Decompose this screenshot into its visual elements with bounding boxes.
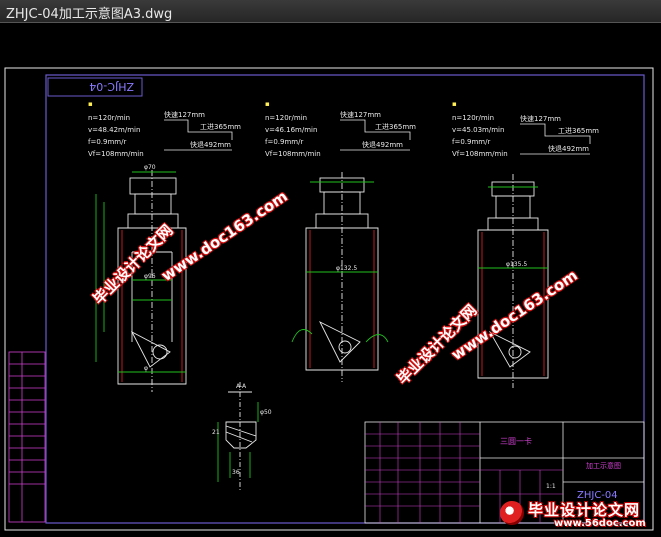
- stroke-1-return: 快退492mm: [190, 140, 231, 149]
- part-view-2: [291, 172, 389, 382]
- stroke-3-return: 快退492mm: [548, 144, 589, 153]
- param-mark-2: ▪: [265, 100, 270, 108]
- stroke-2-feed: 工进365mm: [375, 123, 416, 131]
- dim-1-low: φ: [144, 365, 148, 372]
- dim-1-top: φ70: [144, 164, 156, 171]
- param-3-velocity: v=45.03m/min: [452, 126, 504, 134]
- site-logo: 毕业设计论文网 www.56doc.com: [498, 497, 661, 533]
- dim-2-mid: φ132.5: [336, 265, 357, 272]
- param-1-velocity: v=48.42m/min: [88, 126, 140, 134]
- dim-3-mid: φ135.5: [506, 261, 527, 268]
- param-2-velocity: v=46.16m/min: [265, 126, 317, 134]
- part-view-3: [477, 174, 549, 388]
- param-3-feed: f=0.9mm/r: [452, 138, 490, 146]
- stroke-2-rapid: 快速127mm: [340, 110, 381, 119]
- param-1-feed: f=0.9mm/r: [88, 138, 126, 146]
- logo-emblem-icon: [500, 501, 524, 525]
- param-1-vf: Vf=108mm/min: [88, 150, 144, 158]
- logo-url: www.56doc.com: [554, 518, 646, 529]
- title-drawing-name: 加工示意图: [586, 461, 621, 470]
- detail-label: A-A: [236, 383, 247, 390]
- stroke-3-rapid: 快速127mm: [520, 114, 561, 123]
- detail-dim-2: 36: [232, 469, 240, 476]
- dim-1-mid: φ96: [144, 273, 156, 280]
- window-title: ZHJC-04加工示意图A3.dwg: [6, 7, 173, 22]
- param-2-vf: Vf=108mm/min: [265, 150, 321, 158]
- param-mark-3: ▪: [452, 100, 457, 108]
- param-3-vf: Vf=108mm/min: [452, 150, 508, 158]
- title-part-name: 三圆一卡: [500, 436, 532, 446]
- left-revision-strip: [8, 351, 46, 523]
- corner-code: ZHJC-04: [89, 80, 134, 93]
- param-2-speed: n=120r/min: [265, 114, 307, 122]
- cad-drawing-canvas[interactable]: ZHJC-04 ▪ n=120r/min v=48.42m/min f=0.9m…: [0, 22, 661, 533]
- detail-w: φ50: [260, 409, 272, 416]
- param-3-speed: n=120r/min: [452, 114, 494, 122]
- param-2-feed: f=0.9mm/r: [265, 138, 303, 146]
- param-mark-1: ▪: [88, 100, 93, 108]
- stroke-1-feed: 工进365mm: [200, 123, 241, 131]
- stroke-1-rapid: 快速127mm: [164, 110, 205, 119]
- stroke-2-return: 快退492mm: [362, 140, 403, 149]
- logo-text: 毕业设计论文网: [528, 501, 641, 519]
- title-scale: 1:1: [546, 483, 556, 490]
- detail-dim-1: 21: [212, 429, 220, 436]
- window-titlebar: ZHJC-04加工示意图A3.dwg: [0, 0, 661, 23]
- param-1-speed: n=120r/min: [88, 114, 130, 122]
- stroke-3-feed: 工进365mm: [558, 127, 599, 135]
